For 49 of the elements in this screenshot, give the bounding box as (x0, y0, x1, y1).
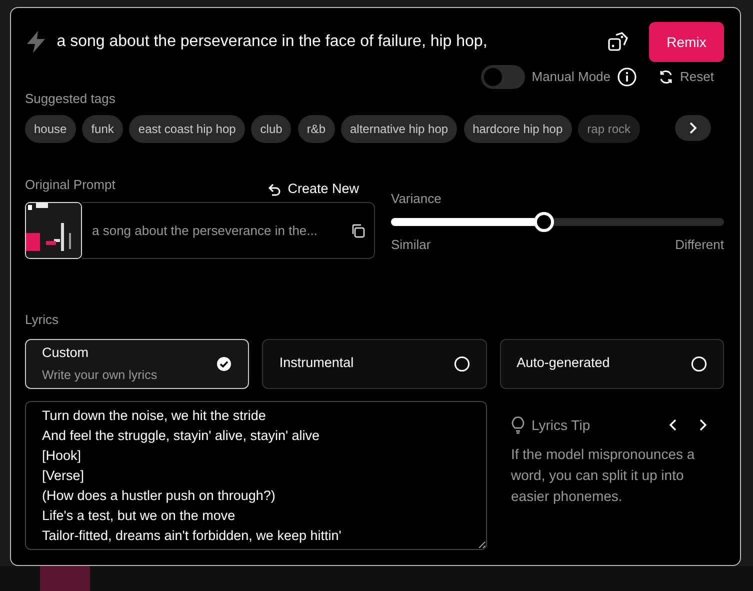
manual-mode-label: Manual Mode (532, 68, 611, 86)
option-title: Auto-generated (516, 354, 610, 372)
lyrics-tip-title: Lyrics Tip (532, 416, 592, 435)
tag-chip[interactable]: funk (82, 114, 123, 142)
radio-circle-icon (454, 356, 470, 372)
original-prompt-label: Original Prompt (25, 176, 116, 194)
option-title: Instrumental (279, 354, 354, 372)
lyrics-option[interactable]: Instrumental (262, 338, 487, 388)
remix-button[interactable]: Remix (649, 22, 724, 62)
option-title: Custom (42, 344, 90, 362)
photo-placeholder (40, 566, 90, 591)
lyrics-option[interactable]: Custom Write your own lyrics (25, 338, 250, 388)
tag-chip[interactable]: r&b (298, 114, 334, 142)
lyrics-textarea[interactable]: Turn down the noise, we hit the stride And feel the struggle, stayin' alive, stayin' alive [Hook] [Verse] (How does a hustler push on through?) Life's a test, but we on the move Tailor-fitted, dreams ain't forbidden, we keep hittin' (25, 400, 487, 550)
suggested-tags-label: Suggested tags (25, 90, 116, 108)
cover-art-thumbnail (25, 202, 82, 259)
tag-chip[interactable]: club (251, 114, 292, 142)
chevron-right-icon (689, 122, 697, 134)
chevron-right-icon[interactable] (699, 419, 707, 431)
tag-chip[interactable]: alternative hip hop (341, 114, 458, 142)
lyrics-option[interactable]: Auto-generated (500, 338, 724, 388)
different-label: Different (675, 236, 724, 254)
slider-thumb[interactable] (534, 212, 554, 232)
variance-label: Variance (391, 190, 442, 208)
create-new-link[interactable]: Create New (288, 178, 359, 199)
lyrics-label: Lyrics (25, 311, 60, 329)
prompt-text[interactable]: a song about the perseverance in the face of failure, hip hop, (56, 30, 600, 54)
lyrics-tip-text: If the model mispronounces a word, you can split it up into easier phonemes. (511, 444, 696, 506)
lightbulb-icon (511, 416, 525, 434)
tag-chip[interactable]: east coast hip hop (129, 114, 245, 142)
similar-label: Similar (391, 236, 431, 254)
original-prompt-text: a song about the perseverance in the... (92, 222, 318, 240)
info-icon[interactable] (617, 67, 638, 87)
manual-mode-toggle[interactable] (481, 65, 526, 89)
tag-chip[interactable]: hardcore hip hop (464, 114, 572, 142)
chevron-left-icon[interactable] (669, 419, 677, 431)
tag-chip[interactable]: rap rock (578, 114, 640, 142)
lightning-icon (25, 30, 47, 54)
tags-next-button[interactable] (675, 114, 711, 140)
option-subtitle: Write your own lyrics (42, 366, 158, 384)
reset-button[interactable]: Reset (680, 67, 714, 87)
check-circle-icon (216, 356, 232, 372)
undo-icon[interactable] (267, 182, 282, 196)
variance-slider[interactable] (391, 211, 724, 233)
dice-icon[interactable] (606, 31, 628, 53)
refresh-icon[interactable] (658, 69, 674, 85)
copy-icon[interactable] (350, 222, 366, 238)
tag-chip[interactable]: house (25, 114, 76, 142)
radio-circle-icon (690, 356, 707, 372)
